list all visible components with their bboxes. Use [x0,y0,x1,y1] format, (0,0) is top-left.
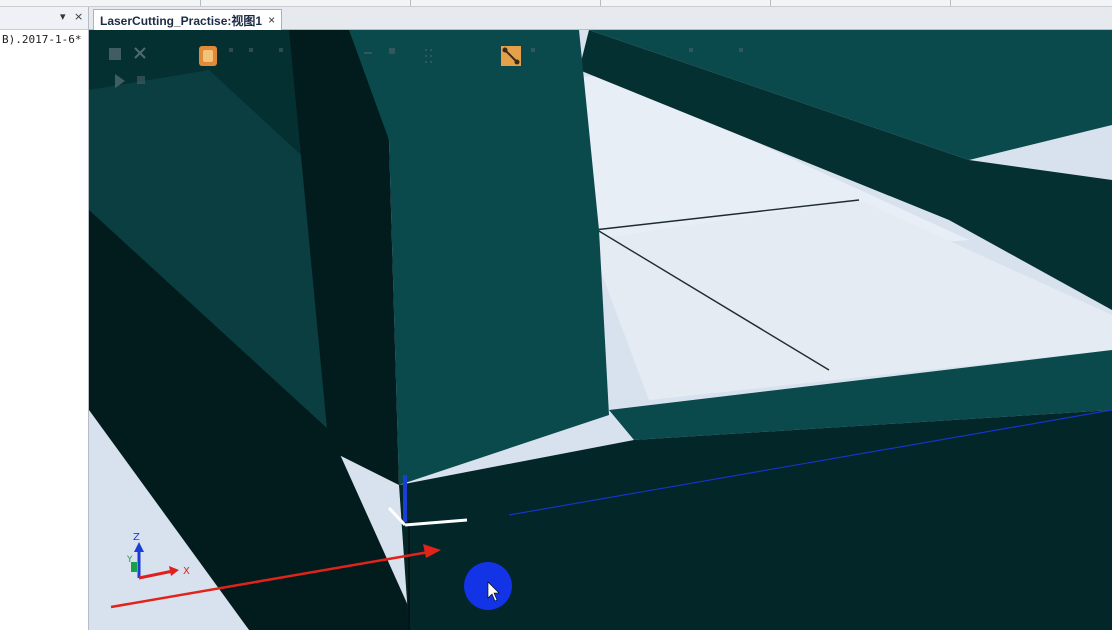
axis-y-label: Y [126,555,133,565]
close-icon[interactable]: × [74,10,83,23]
panel-header: ▾ × [0,7,88,30]
pin-icon[interactable]: ▾ [60,10,66,23]
tree-item[interactable]: B).2017-1-6* [2,33,81,46]
project-tree-panel: ▾ × B).2017-1-6* [0,7,89,630]
tab-view1[interactable]: LaserCutting_Practise:视图1 × [93,9,283,30]
3d-viewport[interactable]: Z Y X [89,30,1112,630]
tab-title: LaserCutting_Practise:视图1 [100,13,263,28]
axis-x-label: X [183,566,190,577]
tab-close-icon[interactable]: × [268,13,275,27]
axis-z-label: Z [133,532,140,543]
document-tab-bar: LaserCutting_Practise:视图1 × [89,7,1112,30]
title-strip [0,0,1112,7]
select-icon[interactable] [109,48,121,60]
